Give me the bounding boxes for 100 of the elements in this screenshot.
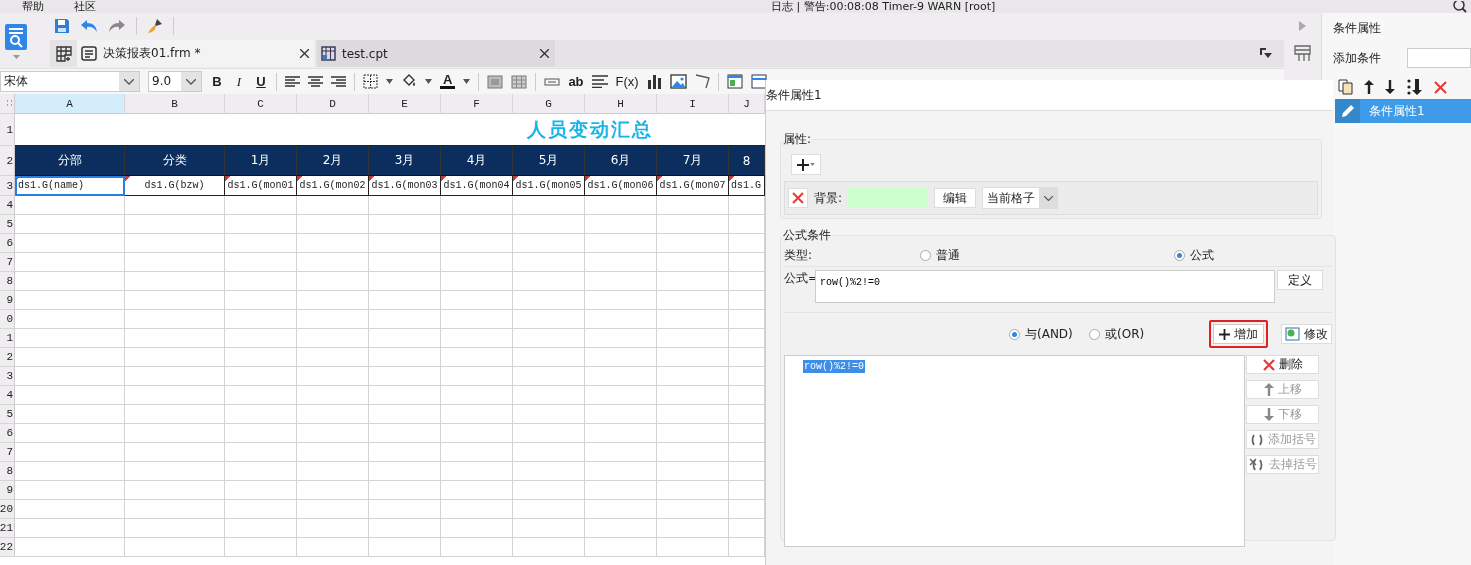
row-header[interactable]: 2 <box>0 146 15 176</box>
table-cell[interactable] <box>297 519 369 538</box>
row-header[interactable]: 5 <box>0 215 15 234</box>
table-cell[interactable] <box>513 253 585 272</box>
text-field-icon[interactable] <box>544 77 561 86</box>
copy-icon[interactable] <box>1338 79 1354 95</box>
table-cell[interactable] <box>585 310 657 329</box>
row-header[interactable]: 3 <box>0 367 15 386</box>
underline-button[interactable]: U <box>254 74 268 89</box>
table-cell[interactable] <box>297 196 369 215</box>
table-cell[interactable] <box>225 310 297 329</box>
table-cell[interactable] <box>513 481 585 500</box>
table-cell[interactable] <box>15 443 125 462</box>
table-cell[interactable] <box>15 234 125 253</box>
table-cell[interactable] <box>15 348 125 367</box>
merge-icon[interactable] <box>487 74 504 89</box>
table-cell[interactable] <box>125 234 225 253</box>
table-cell[interactable] <box>657 196 729 215</box>
table-cell[interactable] <box>125 481 225 500</box>
table-cell[interactable] <box>125 215 225 234</box>
caret-icon[interactable] <box>386 79 393 84</box>
table-cell[interactable] <box>513 348 585 367</box>
table-cell[interactable] <box>441 215 513 234</box>
add-button[interactable]: 增加 <box>1213 324 1264 344</box>
column-header[interactable]: H <box>585 94 657 114</box>
panel-icon[interactable] <box>750 74 767 89</box>
sheet-icon[interactable] <box>321 46 336 61</box>
table-cell[interactable] <box>513 500 585 519</box>
table-cell[interactable] <box>585 538 657 557</box>
add-property-button[interactable] <box>791 154 821 175</box>
table-cell[interactable]: ds1.G(mon03 <box>369 176 441 196</box>
table-cell[interactable] <box>297 310 369 329</box>
row-header[interactable]: 7 <box>0 443 15 462</box>
table-cell[interactable] <box>657 405 729 424</box>
table-cell[interactable] <box>225 481 297 500</box>
table-cell[interactable] <box>15 310 125 329</box>
table-cell[interactable]: ds1.G(mon01 <box>225 176 297 196</box>
table-cell[interactable] <box>513 291 585 310</box>
radio-button[interactable]: 或(OR) <box>1089 325 1209 343</box>
table-cell[interactable] <box>441 310 513 329</box>
table-cell[interactable] <box>657 253 729 272</box>
table-cell[interactable] <box>369 215 441 234</box>
table-cell[interactable] <box>513 538 585 557</box>
table-cell[interactable]: ds1.G(mon04 <box>441 176 513 196</box>
document-tab[interactable]: test.cpt <box>317 40 555 67</box>
table-cell[interactable] <box>225 215 297 234</box>
table-cell[interactable] <box>441 196 513 215</box>
table-cell[interactable] <box>225 348 297 367</box>
column-header[interactable]: I <box>657 94 729 114</box>
row-header[interactable]: 0 <box>0 310 15 329</box>
table-cell[interactable] <box>15 253 125 272</box>
table-cell[interactable] <box>125 291 225 310</box>
bar-chart-icon[interactable] <box>646 74 662 89</box>
sort-icon[interactable] <box>1406 79 1424 95</box>
table-cell[interactable] <box>657 538 729 557</box>
table-cell[interactable] <box>657 348 729 367</box>
image-icon[interactable] <box>669 74 687 89</box>
table-cell[interactable] <box>15 462 125 481</box>
table-cell[interactable] <box>297 424 369 443</box>
radio-button[interactable]: 普通 <box>920 246 1174 264</box>
formula-button[interactable]: F(x) <box>615 74 639 89</box>
slash-icon[interactable] <box>694 74 710 89</box>
table-cell[interactable] <box>15 538 125 557</box>
table-cell[interactable] <box>657 310 729 329</box>
redo-icon[interactable] <box>108 19 126 33</box>
table-cell[interactable] <box>585 424 657 443</box>
table-cell[interactable] <box>15 481 125 500</box>
table-cell[interactable] <box>513 367 585 386</box>
table-cell[interactable] <box>585 291 657 310</box>
row-header[interactable]: 3 <box>0 176 15 196</box>
remove-button[interactable] <box>788 188 808 208</box>
table-cell[interactable] <box>297 443 369 462</box>
column-header[interactable]: A <box>15 94 125 114</box>
modify-button[interactable]: 修改 <box>1281 324 1332 344</box>
table-cell[interactable] <box>657 481 729 500</box>
table-cell[interactable] <box>225 462 297 481</box>
table-cell[interactable] <box>369 329 441 348</box>
column-header[interactable]: D <box>297 94 369 114</box>
italic-button[interactable]: I <box>232 73 246 90</box>
table-cell[interactable] <box>125 386 225 405</box>
row-header[interactable]: 9 <box>0 291 15 310</box>
table-cell[interactable] <box>297 386 369 405</box>
row-header[interactable]: 8 <box>0 462 15 481</box>
table-cell[interactable] <box>585 348 657 367</box>
table-cell[interactable] <box>297 253 369 272</box>
table-cell[interactable] <box>125 538 225 557</box>
table-cell[interactable] <box>441 367 513 386</box>
caret-icon[interactable] <box>425 79 432 84</box>
table-cell[interactable] <box>15 329 125 348</box>
column-header[interactable]: E <box>369 94 441 114</box>
menu-item[interactable]: 社区 <box>74 0 96 13</box>
font-dropdown[interactable]: 宋体 <box>0 71 140 92</box>
column-header[interactable]: G <box>513 94 585 114</box>
table-cell[interactable] <box>125 348 225 367</box>
table-cell[interactable] <box>585 386 657 405</box>
row-header[interactable]: 4 <box>0 196 15 215</box>
table-cell[interactable] <box>15 500 125 519</box>
pencil-icon[interactable] <box>1340 104 1355 118</box>
table-cell[interactable] <box>15 386 125 405</box>
close-icon[interactable] <box>540 49 549 58</box>
